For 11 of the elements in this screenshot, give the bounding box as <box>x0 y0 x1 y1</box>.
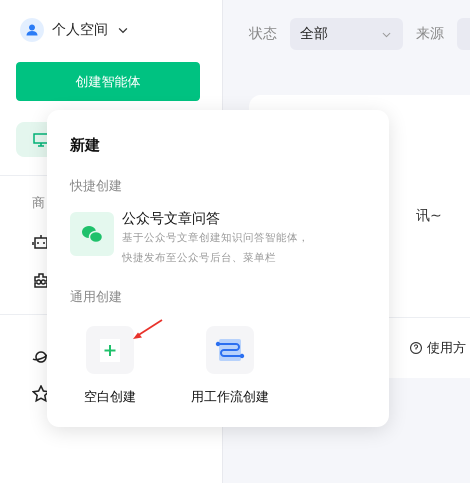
popup-title: 新建 <box>70 136 101 155</box>
card-text: 讯~ <box>416 207 443 225</box>
quick-item-description: 快捷发布至公众号后台、菜单栏 <box>122 251 277 266</box>
quick-item-description: 基于公众号文章创建知识问答智能体， <box>122 231 309 246</box>
section-label: 快捷创建 <box>70 178 123 195</box>
quick-item-title: 公众号文章问答 <box>122 210 221 228</box>
section-label: 通用创建 <box>70 289 123 306</box>
filter-label: 状态 <box>249 25 277 43</box>
filter-label: 来源 <box>416 25 444 43</box>
section-label: 商 <box>31 195 46 212</box>
space-label: 个人空间 <box>52 21 108 39</box>
